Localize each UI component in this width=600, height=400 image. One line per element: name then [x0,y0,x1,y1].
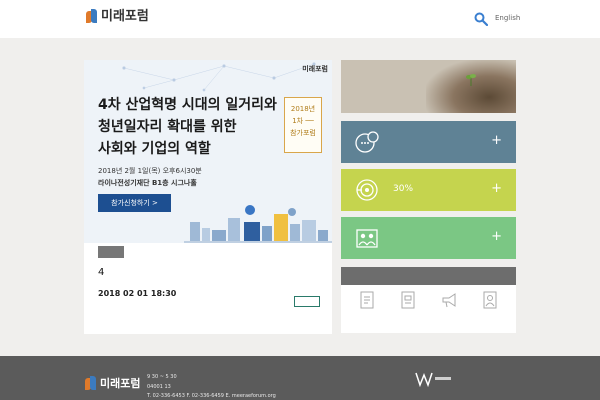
hands-soil-image [426,60,516,113]
city-illustration-icon [184,205,332,243]
news-title[interactable]: 4 [98,267,104,278]
language-link[interactable]: English [495,14,520,22]
people-icon [356,229,378,248]
quick-item-1[interactable] [347,291,387,329]
quick-item-4[interactable] [470,291,510,329]
tile-forum[interactable]: + [341,121,516,163]
apply-button[interactable]: 참가신청하기 > [98,194,171,212]
person-icon [483,291,497,309]
quick-links-heading [341,267,516,285]
search-icon[interactable] [474,12,488,26]
site-header: 미래포럼 English [0,0,600,38]
forum-badge: 2018년 1차 ── 참가포럼 [284,97,322,153]
tile-30-percent[interactable]: 30% + [341,169,516,211]
banner-date: 2018년 2월 1일(목) 오후6시30분 [98,167,202,175]
partner-logo-icon[interactable] [414,371,454,387]
plus-icon: + [491,133,502,148]
target-icon [356,179,378,201]
banner-logo: 미래포럼 [302,65,328,73]
news-more-button[interactable] [294,296,320,307]
banner-title: 4차 산업혁명 시대의 일거리와 청년일자리 확대를 위한 사회와 기업의 역할 [98,94,288,160]
banner-title-line: 4차 산업혁명 시대의 일거리와 [98,97,277,113]
footer-address: 04001 13 [147,384,171,390]
logo-mark-icon [85,376,97,392]
logo-text: 미래포럼 [101,9,149,24]
report-icon [401,291,415,309]
speech-bubble-icon [355,131,379,153]
site-logo[interactable]: 미래포럼 [86,9,149,25]
quick-links [341,267,516,333]
footer-contact: T. 02-336-6453 F. 02-336-6459 E. meeraef… [147,393,276,399]
banner-title-line: 사회와 기업의 역할 [98,141,211,157]
photo-banner[interactable] [341,60,516,113]
tile-label: 30% [393,184,414,194]
quick-item-3[interactable] [429,291,469,329]
banner-title-line: 청년일자리 확대를 위한 [98,119,237,135]
event-banner[interactable]: 미래포럼 4차 산업혁명 시대의 일거리와 청년일자리 확대를 위한 사회와 기… [84,60,332,243]
tile-community[interactable]: + [341,217,516,259]
footer-logo-text: 미래포럼 [100,377,141,390]
news-date: 2018 02 01 18:30 [98,289,177,298]
plus-icon: + [491,181,502,196]
badge-line: 2018년 [290,105,316,113]
footer-logo[interactable]: 미래포럼 [85,376,140,392]
logo-mark-icon [86,9,98,25]
badge-line: 참가포럼 [290,129,316,137]
badge-line: 1차 ── [292,117,314,125]
plus-icon: + [491,229,502,244]
quick-item-2[interactable] [388,291,428,329]
document-icon [360,291,374,309]
news-tag [98,246,124,258]
banner-place: 라이나전성기재단 B1층 시그나홀 [98,179,197,187]
sprout-icon [466,74,476,86]
footer-hours: 9 30 ~ 5 30 [147,374,177,380]
megaphone-icon [442,293,456,308]
featured-panel: 미래포럼 4차 산업혁명 시대의 일거리와 청년일자리 확대를 위한 사회와 기… [84,60,332,334]
